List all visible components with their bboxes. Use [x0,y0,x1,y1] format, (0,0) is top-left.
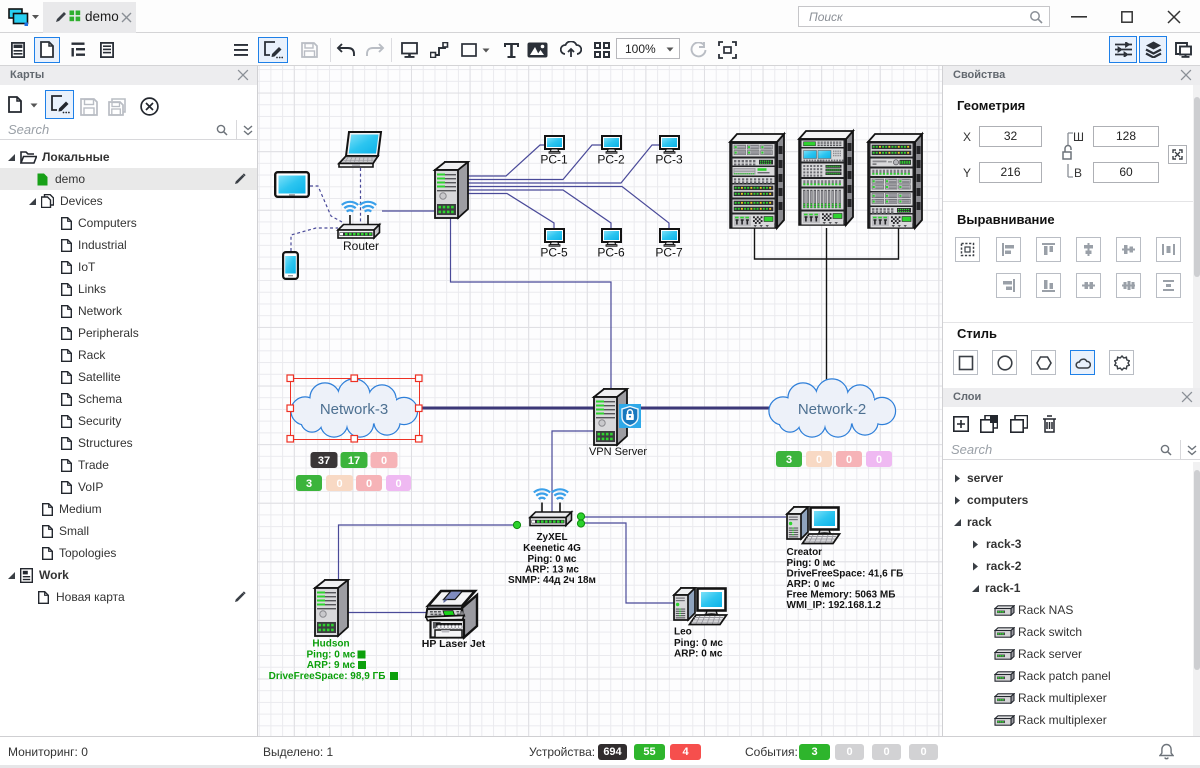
svg-text:17: 17 [348,455,360,467]
svg-text:ARP: 0 мс: ARP: 0 мс [787,579,836,590]
svg-text:DriveFreeSpace: 98,9 ГБ: DriveFreeSpace: 98,9 ГБ [269,671,386,682]
svg-text:Network-3: Network-3 [320,401,388,418]
svg-text:0: 0 [336,478,342,490]
svg-text:ARP: 0 мс: ARP: 0 мс [674,649,723,660]
svg-text:PC-1: PC-1 [540,153,568,167]
svg-text:Ping: 0 мс: Ping: 0 мс [528,554,577,565]
svg-text:Ping: 0 мс: Ping: 0 мс [674,638,723,649]
svg-text:0: 0 [876,454,882,466]
svg-text:Ping: 0 мс: Ping: 0 мс [307,650,356,661]
svg-text:PC-7: PC-7 [655,246,683,260]
svg-text:PC-6: PC-6 [597,246,625,260]
svg-text:0: 0 [846,454,852,466]
svg-text:Leo: Leo [674,627,692,638]
svg-text:WMI_IP: 192.168.1.2: WMI_IP: 192.168.1.2 [787,600,882,611]
svg-text:Ping: 0 мс: Ping: 0 мс [787,558,836,569]
svg-text:VPN Server: VPN Server [589,446,647,458]
svg-text:0: 0 [816,454,822,466]
svg-text:Router: Router [343,239,379,253]
svg-text:PC-2: PC-2 [597,153,625,167]
svg-text:0: 0 [395,478,401,490]
svg-text:Keenetic 4G: Keenetic 4G [523,543,581,554]
svg-text:3: 3 [306,478,312,490]
svg-text:Network-2: Network-2 [798,401,866,418]
svg-text:Creator: Creator [787,547,823,558]
svg-text:0: 0 [366,478,372,490]
svg-text:ARP: 13 мс: ARP: 13 мс [525,565,579,576]
svg-text:0: 0 [381,455,387,467]
svg-text:HP Laser Jet: HP Laser Jet [422,638,486,650]
svg-text:DriveFreeSpace: 41,6 ГБ: DriveFreeSpace: 41,6 ГБ [787,569,904,580]
svg-text:37: 37 [318,455,330,467]
svg-text:SNMP: 44д 2ч 18м: SNMP: 44д 2ч 18м [508,575,596,586]
svg-text:ARP: 9 мс: ARP: 9 мс [307,660,356,671]
svg-text:Hudson: Hudson [312,639,349,650]
svg-text:3: 3 [786,454,792,466]
svg-text:ZyXEL: ZyXEL [536,532,567,543]
svg-text:PC-3: PC-3 [655,153,683,167]
svg-text:PC-5: PC-5 [540,246,568,260]
svg-text:Free Memory: 5063 МБ: Free Memory: 5063 МБ [787,590,896,601]
